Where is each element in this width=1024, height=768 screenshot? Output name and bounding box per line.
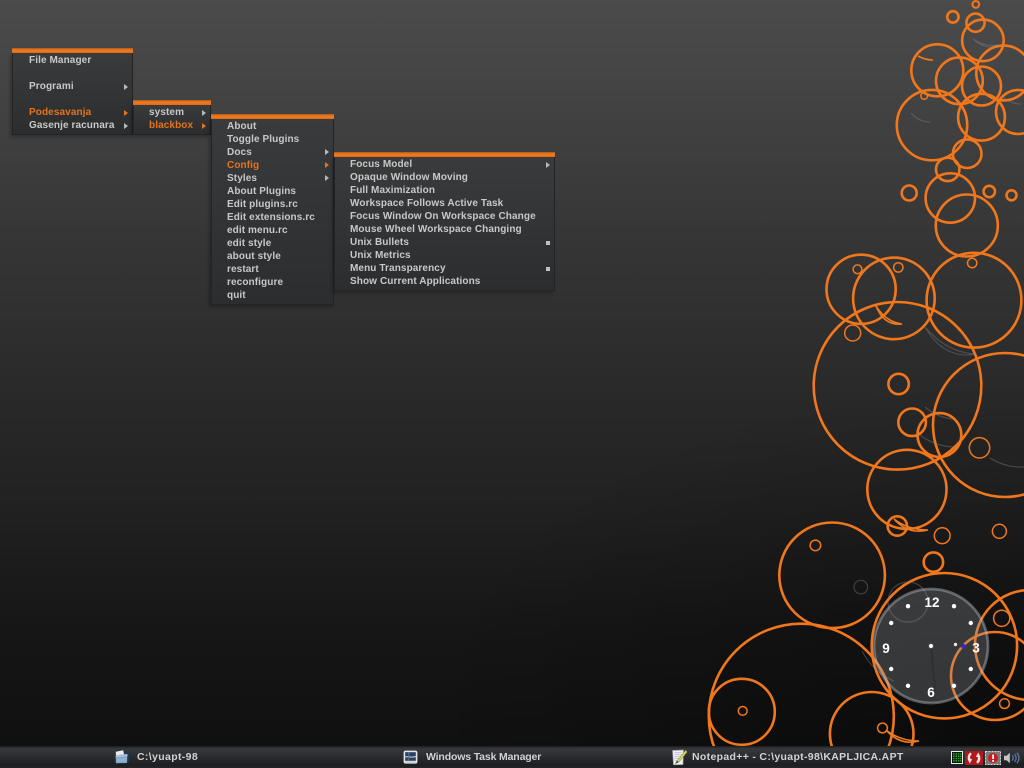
svg-text:9: 9 xyxy=(882,641,890,656)
svg-text:12: 12 xyxy=(924,595,939,610)
svg-text:3: 3 xyxy=(972,641,980,656)
